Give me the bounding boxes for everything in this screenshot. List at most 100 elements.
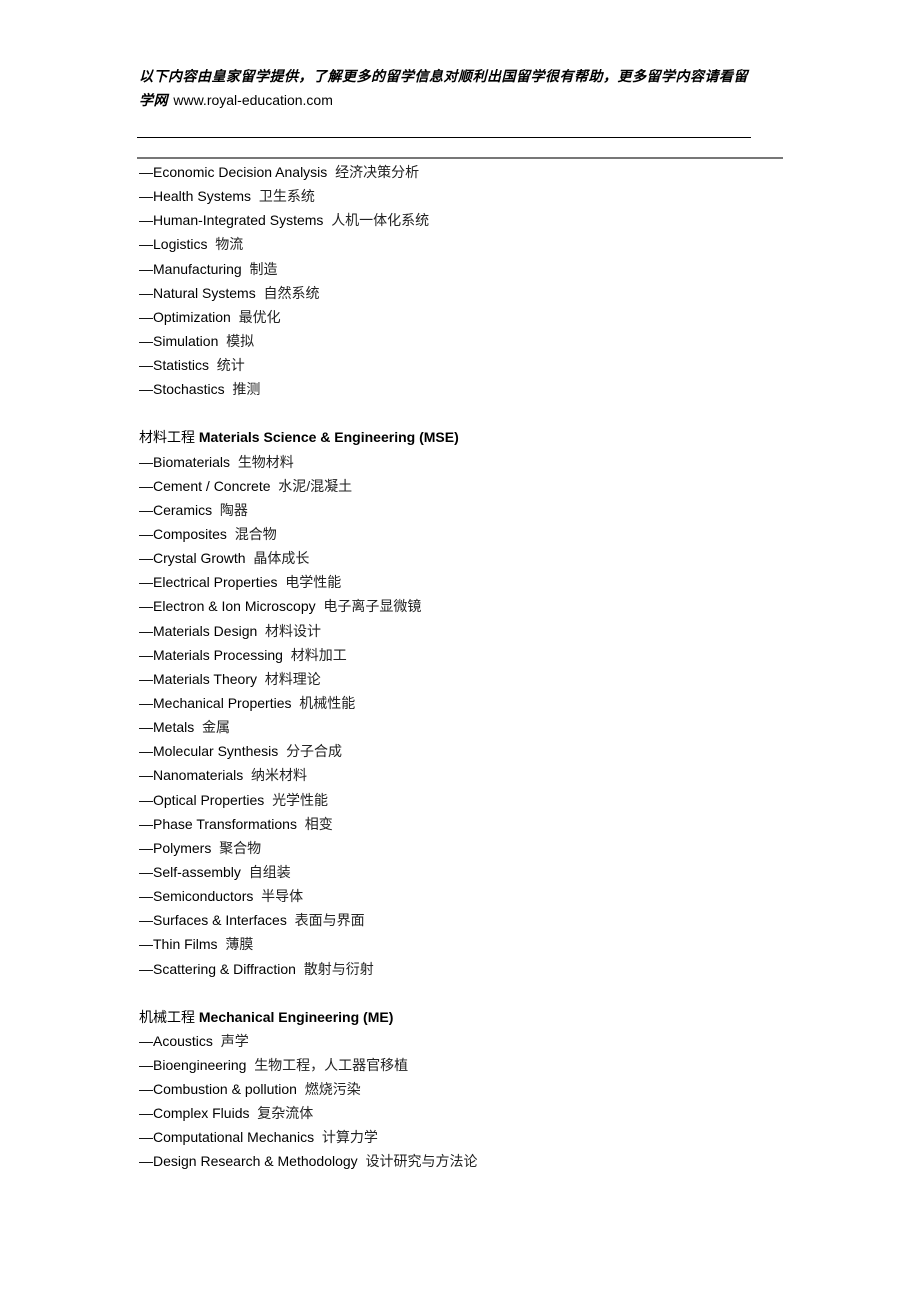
list-item-chinese: 自组装 — [248, 863, 291, 880]
list-item: —Ceramics 陶器 — [139, 498, 819, 522]
section-heading-en: Mechanical Engineering (ME) — [198, 1008, 394, 1025]
list-item-chinese: 陶器 — [219, 501, 248, 518]
section-heading-en: Materials Science & Engineering (MSE) — [198, 429, 459, 446]
list-item-chinese: 水泥/混凝土 — [278, 477, 353, 494]
list-item: —Materials Processing 材料加工 — [139, 643, 819, 667]
list-item: —Health Systems 卫生系统 — [139, 184, 819, 208]
section-heading-zh: 机械工程 — [139, 1008, 195, 1025]
list-item-english: —Composites — [139, 525, 227, 542]
list-item: —Electrical Properties 电学性能 — [139, 570, 819, 594]
list-item-english: —Stochastics — [139, 381, 225, 398]
list-item-chinese: 燃烧污染 — [304, 1081, 361, 1098]
list-item-english: —Materials Processing — [139, 646, 283, 663]
list-item: —Nanomaterials 纳米材料 — [139, 763, 819, 787]
list-item-english: —Scattering & Diffraction — [139, 960, 296, 977]
list-item-english: —Complex Fluids — [139, 1105, 250, 1122]
list-item-chinese: 混合物 — [234, 525, 277, 542]
list-item: —Computational Mechanics 计算力学 — [139, 1125, 819, 1149]
list-item: —Phase Transformations 相变 — [139, 812, 819, 836]
list-item: —Statistics 统计 — [139, 353, 819, 377]
list-item-english: —Health Systems — [139, 188, 252, 205]
list-item-chinese: 散射与衍射 — [303, 960, 374, 977]
list-item-english: —Electrical Properties — [139, 574, 278, 591]
list-item-chinese: 材料加工 — [290, 646, 347, 663]
list-item-english: —Polymers — [139, 839, 212, 856]
list-item: —Logistics 物流 — [139, 232, 819, 256]
list-item-english: —Statistics — [139, 357, 210, 374]
section: —Economic Decision Analysis 经济决策分析 —Healt… — [139, 160, 819, 401]
list-item-chinese: 机械性能 — [299, 694, 356, 711]
list-item-english: —Electron & Ion Microscopy — [139, 598, 316, 615]
list-item-english: —Manufacturing — [139, 260, 242, 277]
list-item: —Optimization 最优化 — [139, 305, 819, 329]
header-url-link[interactable]: www.royal-education.com — [173, 92, 333, 108]
list-item-chinese: 材料理论 — [264, 670, 321, 687]
page-header: 以下内容由皇家留学提供，了解更多的留学信息对顺利出国留学很有帮助，更多留学内容请… — [139, 66, 759, 113]
section-heading-zh: 材料工程 — [139, 429, 195, 446]
list-item: —Scattering & Diffraction 散射与衍射 — [139, 957, 819, 981]
list-item: —Biomaterials 生物材料 — [139, 450, 819, 474]
list-item-english: —Bioengineering — [139, 1056, 247, 1073]
list-item-english: —Molecular Synthesis — [139, 743, 279, 760]
list-item-chinese: 物流 — [215, 236, 244, 253]
list-item-chinese: 金属 — [202, 719, 231, 736]
section-heading: 机械工程 Mechanical Engineering (ME) — [139, 1005, 819, 1029]
list-item-english: —Human-Integrated Systems — [139, 212, 324, 229]
list-item-chinese: 设计研究与方法论 — [365, 1153, 478, 1170]
list-item-english: —Crystal Growth — [139, 550, 246, 567]
list-item: —Simulation 模拟 — [139, 329, 819, 353]
list-item-english: —Self-assembly — [139, 863, 241, 880]
section: 机械工程 Mechanical Engineering (ME) —Acousti… — [139, 981, 819, 1174]
list-item: —Composites 混合物 — [139, 522, 819, 546]
list-item: —Combustion & pollution 燃烧污染 — [139, 1077, 819, 1101]
list-item-english: —Economic Decision Analysis — [139, 164, 328, 180]
list-item-chinese: 自然系统 — [263, 284, 320, 301]
list-item-chinese: 人机一体化系统 — [331, 212, 430, 229]
list-item-english: —Optical Properties — [139, 791, 265, 808]
list-item-chinese: 相变 — [304, 815, 333, 832]
list-item-english: —Logistics — [139, 236, 208, 253]
list-item-chinese: 生物工程，人工器官移植 — [254, 1056, 409, 1073]
list-item-chinese: 半导体 — [261, 888, 304, 905]
list-item-chinese: 卫生系统 — [258, 188, 315, 205]
section-list: —Economic Decision Analysis 经济决策分析 —Healt… — [139, 160, 819, 1174]
header-rule — [137, 137, 751, 138]
list-item-chinese: 统计 — [216, 357, 245, 374]
list-item: —Complex Fluids 复杂流体 — [139, 1101, 819, 1125]
list-item-chinese: 材料设计 — [265, 622, 322, 639]
list-item-english: —Materials Design — [139, 622, 258, 639]
list-item: —Metals 金属 — [139, 715, 819, 739]
list-item-english: —Acoustics — [139, 1032, 213, 1049]
list-item: —Acoustics 声学 — [139, 1029, 819, 1053]
list-item-chinese: 声学 — [220, 1032, 249, 1049]
list-item-english: —Design Research & Methodology — [139, 1153, 358, 1170]
list-item: —Self-assembly 自组装 — [139, 860, 819, 884]
list-item-english: —Metals — [139, 719, 195, 736]
list-item-english: —Mechanical Properties — [139, 694, 292, 711]
list-item-chinese: 经济决策分析 — [335, 164, 420, 180]
list-item-chinese: 聚合物 — [219, 839, 262, 856]
list-item-chinese: 晶体成长 — [253, 550, 310, 567]
list-item-english: —Combustion & pollution — [139, 1081, 297, 1098]
list-item-english: —Biomaterials — [139, 453, 231, 470]
list-item: —Polymers 聚合物 — [139, 836, 819, 860]
list-item-chinese: 光学性能 — [272, 791, 329, 808]
list-item: —Cement / Concrete 水泥/混凝土 — [139, 474, 819, 498]
list-item: —Natural Systems 自然系统 — [139, 281, 819, 305]
list-item-chinese: 模拟 — [226, 332, 255, 349]
list-item: —Crystal Growth 晶体成长 — [139, 546, 819, 570]
list-item: —Materials Design 材料设计 — [139, 619, 819, 643]
list-item-english: —Optimization — [139, 308, 231, 325]
list-item-chinese: 电学性能 — [285, 574, 342, 591]
list-item-english: —Surfaces & Interfaces — [139, 912, 287, 929]
list-item-chinese: 表面与界面 — [294, 912, 365, 929]
document-body: —Economic Decision Analysis 经济决策分析 —Healt… — [139, 160, 819, 1174]
list-item: —Economic Decision Analysis 经济决策分析 — [139, 160, 819, 184]
list-item-chinese: 电子离子显微镜 — [323, 598, 422, 615]
section-heading: 材料工程 Materials Science & Engineering (MS… — [139, 425, 819, 449]
list-item-english: —Semiconductors — [139, 888, 254, 905]
list-item-chinese: 计算力学 — [321, 1129, 378, 1146]
list-item: —Stochastics 推测 — [139, 377, 819, 401]
list-item: —Manufacturing 制造 — [139, 257, 819, 281]
